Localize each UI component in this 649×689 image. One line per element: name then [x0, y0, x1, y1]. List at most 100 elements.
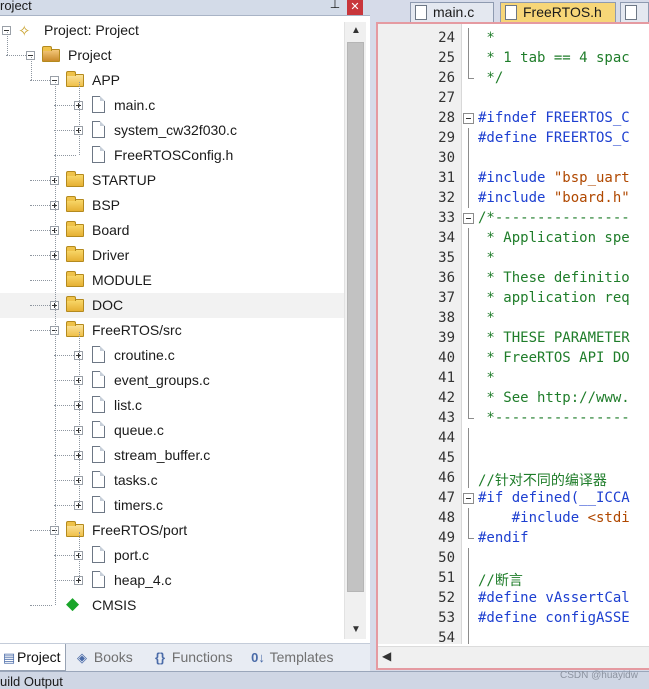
line-number: 32 [438, 190, 455, 206]
tree-item[interactable]: timers.c [0, 493, 344, 518]
tree-connector [6, 55, 28, 56]
tree-item-label: FreeRTOS/port [92, 522, 188, 538]
line-number: 53 [438, 610, 455, 626]
file-icon [92, 146, 105, 163]
file-icon [92, 421, 105, 438]
tree-item-label: tasks.c [114, 472, 158, 488]
tree-item[interactable]: BSP [0, 193, 344, 218]
tree-item[interactable]: list.c [0, 393, 344, 418]
tree-guide-line [79, 332, 80, 505]
horizontal-scrollbar[interactable]: ◀ [378, 646, 649, 668]
tree-item[interactable]: Driver [0, 243, 344, 268]
tree-item[interactable]: queue.c [0, 418, 344, 443]
code-line: 30 [378, 148, 649, 168]
editor-tab-next[interactable] [620, 2, 649, 22]
fold-end-mark [468, 418, 474, 419]
tree-item[interactable]: system_cw32f030.c [0, 118, 344, 143]
tree-item-label: APP [92, 72, 121, 88]
vertical-scrollbar[interactable]: ▲ ▼ [344, 22, 366, 639]
tree-connector [54, 405, 76, 406]
tree-connector [30, 330, 52, 331]
pin-icon[interactable]: ⊥ [329, 0, 341, 13]
tab-templates[interactable]: 0↓ Templates [250, 644, 350, 671]
templates-icon: 0↓ [251, 650, 265, 665]
tree-item[interactable]: DOC [0, 293, 344, 318]
scroll-left-arrow-icon[interactable]: ◀ [382, 649, 391, 663]
tree-connector [54, 580, 76, 581]
tree-item-label: Project [68, 47, 112, 63]
tree-item[interactable]: Project [0, 43, 344, 68]
tree-item[interactable]: FreeRTOS/src [0, 318, 344, 343]
fold-guide [468, 348, 469, 368]
code-area[interactable]: 24 * 25 * 1 tab == 4 spac 26 */27 28 #ifndef… [378, 24, 649, 644]
fold-guide [468, 28, 469, 48]
line-number: 42 [438, 390, 455, 406]
scroll-up-arrow-icon[interactable]: ▲ [345, 22, 367, 40]
tree-connector [54, 355, 76, 356]
line-number: 28 [438, 110, 455, 126]
tree-item[interactable]: tasks.c [0, 468, 344, 493]
fold-collapse-icon[interactable] [463, 113, 474, 124]
build-output-title: uild Output [0, 674, 63, 689]
line-number: 41 [438, 370, 455, 386]
tree-item-label: Project: Project [44, 22, 139, 38]
line-number: 38 [438, 310, 455, 326]
tree-item[interactable]: APP [0, 68, 344, 93]
editor-tab-main-c[interactable]: main.c [410, 2, 494, 22]
tree-item[interactable]: MODULE [0, 268, 344, 293]
tree-item[interactable]: ✧ Project: Project [0, 18, 344, 43]
tree-connector [30, 205, 52, 206]
tree-item[interactable]: FreeRTOS/port [0, 518, 344, 543]
tree-item[interactable]: ◆ CMSIS [0, 593, 344, 618]
project-folder-icon [42, 46, 60, 62]
tree-item[interactable]: FreeRTOSConfig.h [0, 143, 344, 168]
editor-tab-freertos-h[interactable]: FreeRTOS.h [500, 2, 616, 22]
tab-books[interactable]: ◈ Books [74, 644, 144, 671]
folder-icon [66, 171, 84, 187]
scroll-down-arrow-icon[interactable]: ▼ [345, 621, 367, 639]
file-icon [92, 471, 105, 488]
code-text: #define vAssertCal [478, 590, 630, 606]
tree-connector [54, 155, 76, 156]
fold-guide [468, 548, 469, 568]
line-number: 51 [438, 570, 455, 586]
tree-item[interactable]: STARTUP [0, 168, 344, 193]
panel-bottom-tabs: ▤ Project ◈ Books {} Functions 0↓ Templat… [0, 643, 370, 671]
code-text: #endif [478, 530, 529, 546]
code-text: * [478, 250, 495, 266]
code-text: #include <stdi [478, 510, 630, 526]
line-number: 52 [438, 590, 455, 606]
tree-guide-line [79, 82, 80, 155]
code-line: 51 //断言 [378, 568, 649, 589]
folder-icon [66, 196, 84, 212]
code-text: * THESE PARAMETER [478, 330, 630, 346]
line-number: 27 [438, 90, 455, 106]
code-line: 25 * 1 tab == 4 spac [378, 48, 649, 68]
tree-item-label: croutine.c [114, 347, 175, 363]
scroll-thumb[interactable] [347, 42, 364, 592]
tree-item[interactable]: croutine.c [0, 343, 344, 368]
include-path: "board.h" [553, 190, 630, 206]
tree-item[interactable]: port.c [0, 543, 344, 568]
tree-item[interactable]: event_groups.c [0, 368, 344, 393]
folder-open-icon [66, 321, 84, 337]
project-tree[interactable]: ✧ Project: Project Project APP main.c system_… [0, 18, 344, 640]
tree-item[interactable]: Board [0, 218, 344, 243]
code-text: //针对不同的编译器 [478, 473, 607, 489]
close-icon[interactable]: ✕ [347, 0, 363, 15]
tab-functions[interactable]: {} Functions [152, 644, 242, 671]
tree-connector [30, 530, 52, 531]
line-number: 43 [438, 410, 455, 426]
tree-item[interactable]: heap_4.c [0, 568, 344, 593]
tree-connector [54, 480, 76, 481]
code-text: * See http://www. [478, 390, 630, 406]
fold-collapse-icon[interactable] [463, 213, 474, 224]
code-editor[interactable]: 24 * 25 * 1 tab == 4 spac 26 */27 28 #ifndef… [376, 22, 649, 670]
tab-project[interactable]: ▤ Project [0, 644, 66, 671]
tree-connector [30, 255, 52, 256]
tree-item[interactable]: stream_buffer.c [0, 443, 344, 468]
fold-collapse-icon[interactable] [463, 493, 474, 504]
tree-connector [30, 180, 52, 181]
tree-item[interactable]: main.c [0, 93, 344, 118]
code-text: #include "board.h" [478, 190, 630, 206]
